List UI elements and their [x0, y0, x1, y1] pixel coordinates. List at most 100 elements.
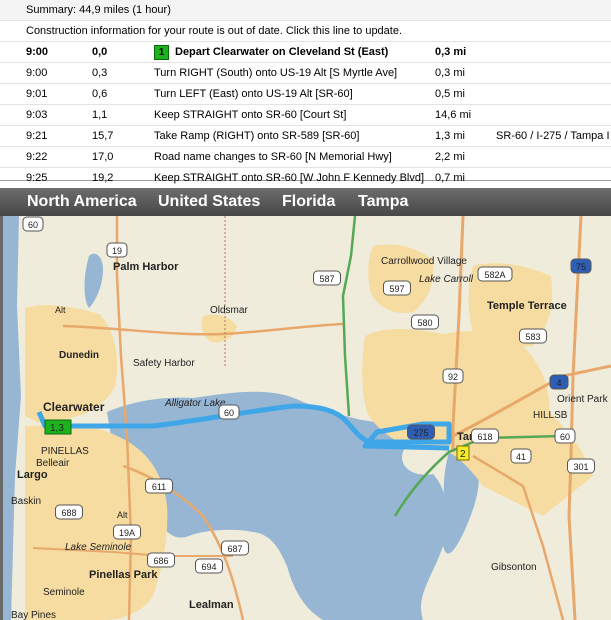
breadcrumb-item-united-states[interactable]: United States — [158, 188, 260, 216]
road-shield-number: 75 — [576, 262, 586, 272]
road-shield-number: 60 — [560, 432, 570, 442]
direction-step-row[interactable]: 9:03 1,1 Keep STRAIGHT onto SR-60 [Court S… — [0, 105, 611, 126]
direction-distance: 17,0 — [92, 147, 113, 167]
direction-step-row[interactable]: 9:22 17,0 Road name changes to SR-60 [N Me… — [0, 147, 611, 168]
direction-distance: 1,1 — [92, 105, 107, 125]
direction-leg-length: 0,7 mi — [435, 168, 465, 188]
road-shield-number: 583 — [525, 332, 540, 342]
breadcrumb: North America United States Florida Tamp… — [0, 188, 611, 216]
breadcrumb-item-tampa[interactable]: Tampa — [358, 188, 408, 216]
direction-time: 9:25 — [26, 168, 47, 188]
road-shield: 4 — [549, 374, 569, 390]
road-shield-number: 618 — [477, 432, 492, 442]
breadcrumb-item-north-america[interactable]: North America — [27, 188, 137, 216]
road-shield-number: 19A — [119, 528, 135, 538]
direction-distance-text: 0,3 — [92, 67, 108, 79]
road-shield: 75 — [570, 258, 592, 274]
direction-instruction-text: Keep STRAIGHT onto SR-60 [Court St] — [154, 109, 347, 121]
place-label: Bay Pines — [11, 610, 56, 620]
direction-time-text: 9:21 — [26, 130, 48, 142]
place-label: Largo — [17, 469, 48, 481]
direction-leg-length-text: 0,7 mi — [435, 172, 465, 184]
road-shield: 686 — [147, 552, 175, 568]
direction-distance-text: 1,1 — [92, 109, 108, 121]
direction-distance-text: 0,6 — [92, 88, 108, 100]
direction-time-text: 9:22 — [26, 151, 48, 163]
direction-step-row[interactable]: 9:25 19,2 Keep STRAIGHT onto SR-60 [W John… — [0, 168, 611, 189]
road-shield: 597 — [383, 280, 411, 296]
place-label: Dunedin — [59, 350, 99, 361]
road-shield-number: 611 — [152, 482, 166, 492]
road-shield: 618 — [471, 428, 499, 444]
place-label: Baskin — [11, 496, 41, 507]
road-shield-number: 301 — [573, 462, 588, 472]
direction-step-row[interactable]: 9:01 0,6 Turn LEFT (East) onto US-19 Alt [… — [0, 84, 611, 105]
road-shield-number: 587 — [319, 274, 334, 284]
road-shield-number: 4 — [556, 378, 561, 388]
route-end-label: 2 — [460, 449, 466, 460]
construction-update-link[interactable]: Construction information for your route … — [0, 21, 611, 42]
directions-list: 9:00 0,0 1 Depart Clearwater on Cleveland S… — [0, 42, 611, 189]
place-label: Seminole — [43, 587, 85, 598]
direction-instruction-text: Keep STRAIGHT onto SR-60 [W John F Kenne… — [154, 172, 425, 184]
direction-leg-length: 2,2 mi — [435, 147, 465, 167]
direction-instruction: Turn LEFT (East) onto US-19 Alt [SR-60] — [154, 84, 353, 104]
route-summary: Summary: 44,9 miles (1 hour) — [0, 0, 611, 21]
direction-distance: 15,7 — [92, 126, 113, 146]
step-number-badge: 1 — [154, 44, 169, 60]
road-shield: 580 — [411, 314, 439, 330]
direction-time: 9:00 — [26, 42, 48, 62]
map-view[interactable]: 1,3 2 Palm Harbor Oldsmar Carrollwood Vill… — [0, 216, 611, 620]
road-shield-number: 19 — [112, 246, 122, 256]
place-label: HILLSB — [533, 410, 568, 421]
road-shield: 687 — [221, 540, 249, 556]
route-planner-window: Summary: 44,9 miles (1 hour) Constructio… — [0, 0, 611, 620]
direction-leg-length-text: 14,6 mi — [435, 109, 472, 121]
direction-time-text: 9:00 — [26, 46, 49, 58]
direction-instruction-text: Depart Clearwater on Cleveland St (East) — [175, 46, 389, 58]
road-shield-number: 92 — [448, 372, 458, 382]
direction-reference-text: SR-60 / I-275 / Tampa I — [496, 130, 610, 142]
direction-distance: 0,6 — [92, 84, 107, 104]
direction-leg-length-text: 0,5 mi — [435, 88, 465, 100]
road-shield-number: 60 — [224, 408, 234, 418]
direction-instruction-text: Turn RIGHT (South) onto US-19 Alt [S Myr… — [154, 67, 398, 79]
breadcrumb-item-florida[interactable]: Florida — [282, 188, 335, 216]
direction-step-row[interactable]: 9:21 15,7 Take Ramp (RIGHT) onto SR-589 [S… — [0, 126, 611, 147]
road-shield: 587 — [313, 270, 341, 286]
road-shield: 582A — [477, 266, 513, 282]
direction-leg-length: 0,3 mi — [435, 63, 465, 83]
road-shield: 60 — [554, 428, 576, 444]
direction-leg-length-text: 1,3 mi — [435, 130, 465, 142]
road-shield: 41 — [510, 448, 532, 464]
direction-step-row[interactable]: 9:00 0,3 Turn RIGHT (South) onto US-19 Alt… — [0, 63, 611, 84]
direction-distance-text: 17,0 — [92, 151, 114, 163]
road-shield-number: 582A — [484, 270, 505, 280]
route-start-label: 1,3 — [50, 423, 64, 434]
place-label: Lake Carroll — [419, 274, 474, 285]
alt-route-label: Alt — [55, 305, 66, 315]
direction-instruction: Keep STRAIGHT onto SR-60 [W John F Kenne… — [154, 168, 424, 188]
directions-panel: Summary: 44,9 miles (1 hour) Constructio… — [0, 0, 611, 189]
place-label: PINELLAS — [41, 446, 89, 457]
road-shield-number: 597 — [389, 284, 404, 294]
direction-instruction: Keep STRAIGHT onto SR-60 [Court St] — [154, 105, 346, 125]
direction-leg-length-text: 2,2 mi — [435, 151, 465, 163]
road-shield: 583 — [519, 328, 547, 344]
direction-distance: 19,2 — [92, 168, 113, 188]
place-label: Alligator Lake — [164, 398, 226, 409]
direction-leg-length: 1,3 mi — [435, 126, 465, 146]
road-shield-number: 275 — [413, 428, 428, 438]
road-shield: 275 — [407, 424, 435, 440]
road-shield-number: 688 — [61, 508, 76, 518]
direction-step-row[interactable]: 9:00 0,0 1 Depart Clearwater on Cleveland S… — [0, 42, 611, 63]
direction-leg-length: 0,3 mi — [435, 42, 466, 62]
direction-reference: SR-60 / I-275 / Tampa I — [496, 126, 610, 146]
road-shield: 19A — [113, 524, 141, 540]
place-label: Oldsmar — [210, 305, 248, 316]
road-shield-number: 580 — [417, 318, 432, 328]
direction-instruction: Turn RIGHT (South) onto US-19 Alt [S Myr… — [154, 63, 397, 83]
direction-time: 9:01 — [26, 84, 47, 104]
direction-distance-text: 15,7 — [92, 130, 114, 142]
road-shield-number: 686 — [153, 556, 168, 566]
